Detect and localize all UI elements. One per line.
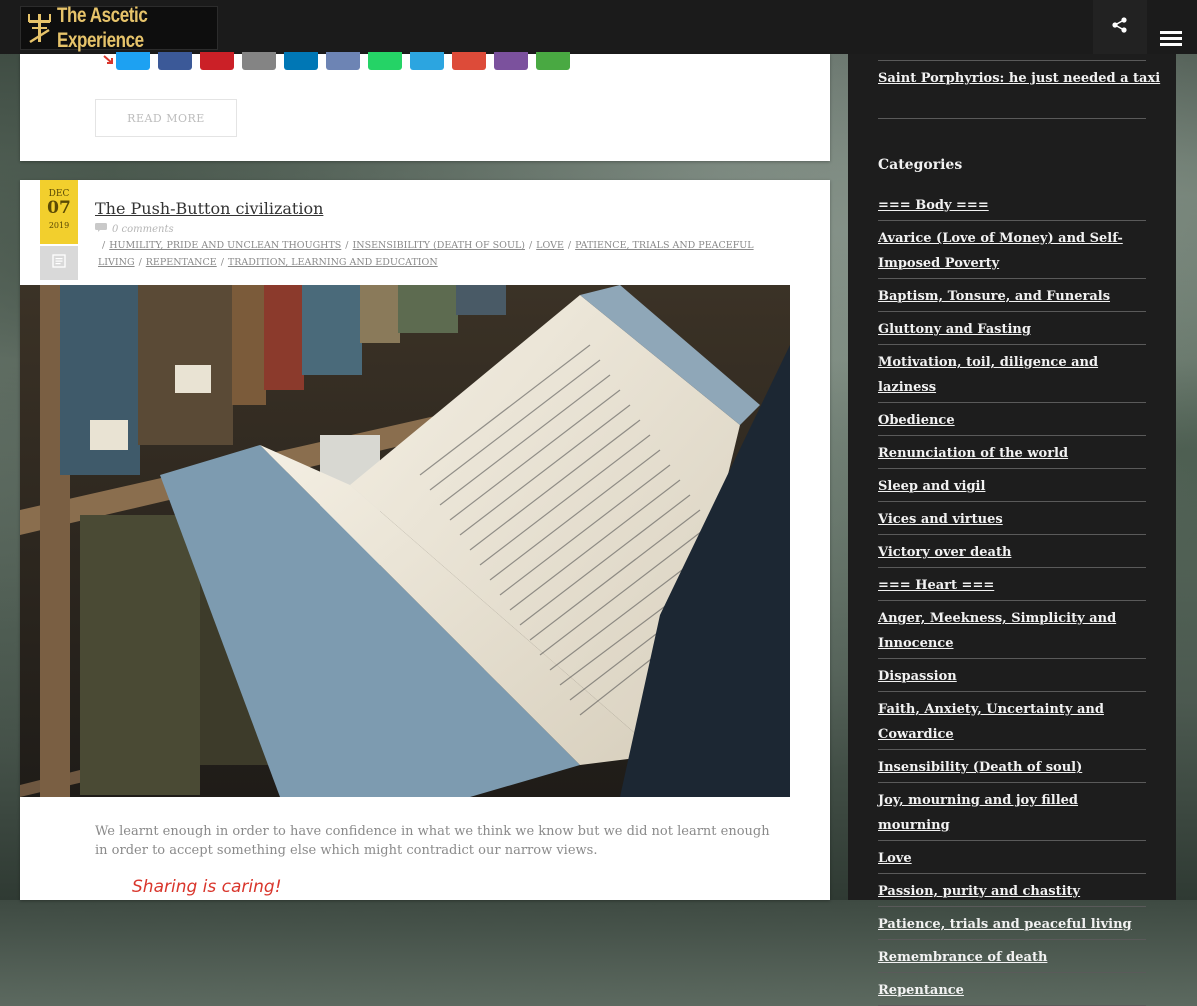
hamburger-menu-icon	[1160, 29, 1182, 51]
facebook-share-button[interactable]	[158, 52, 192, 70]
category-item[interactable]: Repentance	[878, 973, 1146, 1006]
date-day: 07	[47, 198, 71, 218]
category-item[interactable]: Insensibility (Death of soul)	[878, 750, 1146, 783]
email-share-button[interactable]	[242, 52, 276, 70]
share-button[interactable]	[1093, 0, 1147, 54]
tag-separator: /	[220, 257, 224, 268]
share-link-share-button[interactable]	[536, 52, 570, 70]
category-item[interactable]: Patience, trials and peaceful living	[878, 907, 1146, 940]
tag-link[interactable]: REPENTANCE	[146, 257, 217, 268]
sidebar-divider	[878, 118, 1146, 119]
share-arrow-icon	[102, 52, 116, 71]
tag-link[interactable]: HUMILITY, PRIDE AND UNCLEAN THOUGHTS	[109, 240, 341, 251]
tag-link[interactable]: INSENSIBILITY (DEATH OF SOUL)	[353, 240, 525, 251]
date-year: 2019	[48, 221, 70, 230]
pinterest-share-button[interactable]	[200, 52, 234, 70]
category-link: Vices and virtues	[878, 512, 1003, 527]
twitter-share-button[interactable]	[116, 52, 150, 70]
post-date-badge: DEC 07 2019	[40, 180, 78, 244]
category-item[interactable]: Motivation, toil, diligence and laziness	[878, 345, 1146, 403]
gmail-share-button[interactable]	[452, 52, 486, 70]
sidebar: Saint Porphyrios: he just needed a taxi …	[848, 54, 1176, 1006]
whatsapp-share-button[interactable]	[368, 52, 402, 70]
tag-link[interactable]: LOVE	[536, 240, 564, 251]
category-item[interactable]: Anger, Meekness, Simplicity and Innocenc…	[878, 601, 1146, 659]
document-icon	[51, 253, 67, 273]
comments-link[interactable]: 0 comments	[95, 223, 174, 235]
category-link: Gluttony and Fasting	[878, 322, 1031, 337]
viber-share-button[interactable]	[494, 52, 528, 70]
telegram-share-button[interactable]	[410, 52, 444, 70]
hamburger-menu-button[interactable]	[1151, 22, 1191, 58]
category-link: Love	[878, 851, 912, 866]
category-link: Baptism, Tonsure, and Funerals	[878, 289, 1111, 304]
category-item[interactable]: Obedience	[878, 403, 1146, 436]
category-item[interactable]: Faith, Anxiety, Uncertainty and Cowardic…	[878, 692, 1146, 750]
tag-separator: /	[102, 240, 106, 251]
category-link: Remembrance of death	[878, 950, 1048, 965]
category-link: Faith, Anxiety, Uncertainty and Cowardic…	[878, 702, 1104, 742]
category-item[interactable]: === Heart ===	[878, 568, 1146, 601]
category-link: Victory over death	[878, 545, 1012, 560]
categories-list: === Body === Avarice (Love of Money) and …	[878, 188, 1146, 1006]
comments-count: 0 comments	[112, 223, 174, 235]
post-card: DEC 07 2019 The Push-Button civilization…	[20, 180, 830, 900]
sidebar-divider	[878, 60, 1146, 61]
recent-post-link[interactable]: Saint Porphyrios: he just needed a taxi	[878, 67, 1160, 86]
category-link: === Heart ===	[878, 578, 995, 593]
post-format-badge	[40, 246, 78, 280]
category-link: Obedience	[878, 413, 955, 428]
category-item[interactable]: === Body ===	[878, 188, 1146, 221]
category-link: Patience, trials and peaceful living	[878, 917, 1132, 932]
tag-separator: /	[138, 257, 142, 268]
category-item[interactable]: Dispassion	[878, 659, 1146, 692]
social-share-buttons	[103, 52, 570, 70]
category-link: Motivation, toil, diligence and laziness	[878, 355, 1099, 395]
print-share-button[interactable]	[326, 52, 360, 70]
previous-post-card: READ MORE	[20, 52, 830, 161]
category-link: Passion, purity and chastity	[878, 884, 1081, 899]
linkedin-share-button[interactable]	[284, 52, 318, 70]
post-featured-image	[20, 285, 790, 797]
category-item[interactable]: Remembrance of death	[878, 940, 1146, 973]
category-item[interactable]: Passion, purity and chastity	[878, 874, 1146, 907]
logo-cross-icon	[25, 11, 55, 45]
category-link: Renunciation of the world	[878, 446, 1069, 461]
share-icon	[1111, 16, 1129, 38]
category-link: Anger, Meekness, Simplicity and Innocenc…	[878, 611, 1117, 651]
category-item[interactable]: Vices and virtues	[878, 502, 1146, 535]
tag-link[interactable]: TRADITION, LEARNING AND EDUCATION	[228, 257, 438, 268]
post-excerpt: We learnt enough in order to have confid…	[95, 824, 770, 858]
category-item[interactable]: Baptism, Tonsure, and Funerals	[878, 279, 1146, 312]
category-link: Avarice (Love of Money) and Self-Imposed…	[878, 231, 1123, 271]
category-link: Joy, mourning and joy filled mourning	[878, 793, 1079, 833]
post-title-link[interactable]: The Push-Button civilization	[95, 199, 323, 218]
tag-separator: /	[528, 240, 533, 251]
category-link: Repentance	[878, 983, 964, 998]
categories-heading: Categories	[878, 157, 963, 173]
comment-icon	[95, 223, 107, 235]
category-item[interactable]: Gluttony and Fasting	[878, 312, 1146, 345]
category-link: Dispassion	[878, 669, 957, 684]
recent-post-link-label: Saint Porphyrios: he just needed a taxi	[878, 71, 1161, 86]
category-item[interactable]: Joy, mourning and joy filled mourning	[878, 783, 1146, 841]
post-tags: / HUMILITY, PRIDE AND UNCLEAN THOUGHTS / IN…	[98, 237, 778, 271]
site-title: The Ascetic Experience	[57, 3, 148, 52]
tag-separator: /	[567, 240, 572, 251]
tag-separator: /	[345, 240, 349, 251]
sharing-is-caring-label: Sharing is caring!	[132, 877, 282, 897]
category-item[interactable]: Sleep and vigil	[878, 469, 1146, 502]
category-item[interactable]: Renunciation of the world	[878, 436, 1146, 469]
category-item[interactable]: Love	[878, 841, 1146, 874]
category-link: === Body ===	[878, 198, 989, 213]
category-item[interactable]: Avarice (Love of Money) and Self-Imposed…	[878, 221, 1146, 279]
category-link: Insensibility (Death of soul)	[878, 760, 1083, 775]
category-link: Sleep and vigil	[878, 479, 986, 494]
read-more-button[interactable]: READ MORE	[95, 99, 237, 137]
top-navigation-bar: The Ascetic Experience	[0, 0, 1197, 54]
site-logo[interactable]: The Ascetic Experience	[20, 3, 218, 52]
category-item[interactable]: Victory over death	[878, 535, 1146, 568]
